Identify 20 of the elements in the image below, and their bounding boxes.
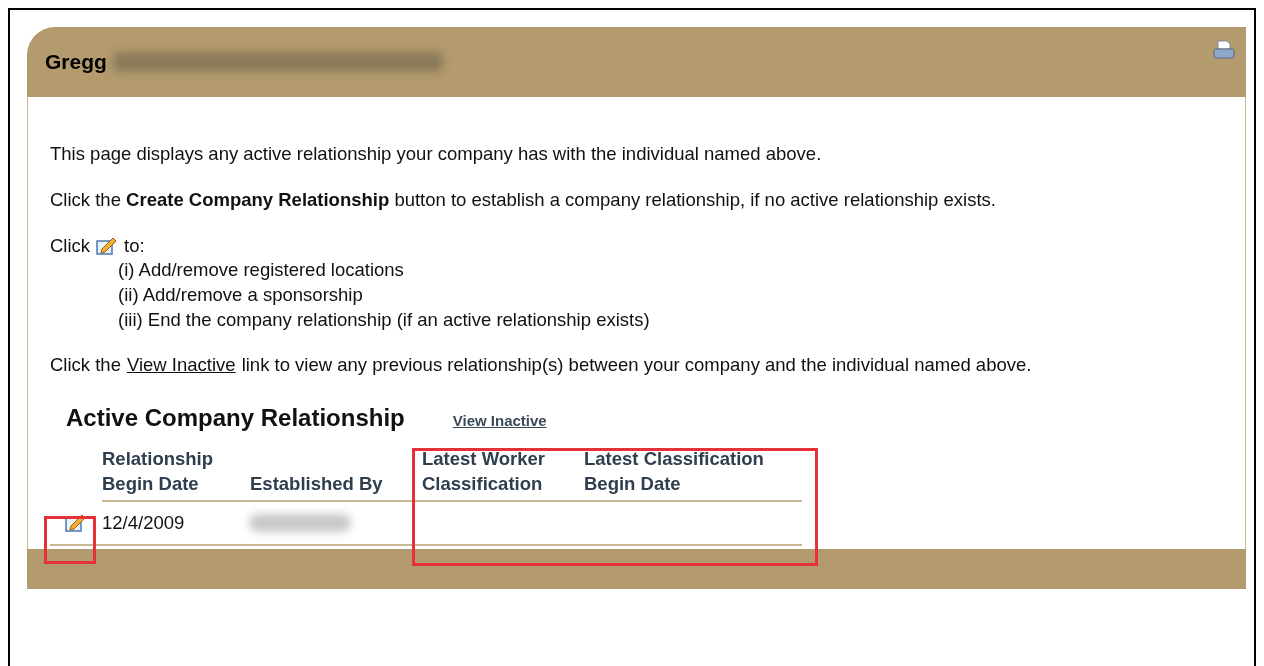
person-name: Gregg	[45, 50, 107, 74]
list-item: (ii) Add/remove a sponsorship	[118, 283, 364, 307]
edit-icon[interactable]	[65, 513, 87, 533]
help-text: Click the	[50, 354, 121, 376]
printer-icon[interactable]	[1212, 39, 1236, 61]
table-cell: 12/4/2009	[102, 502, 250, 546]
highlight-frame	[44, 516, 96, 564]
help-text: Click	[50, 235, 91, 257]
help-text: Click the Create Company Relationship button to establish a company relationship, if no active relationship exists.	[50, 189, 997, 211]
column-header: Established By	[250, 471, 422, 502]
list-item: (i) Add/remove registered locations	[118, 258, 405, 282]
help-text: to:	[124, 235, 145, 257]
column-header: Latest Classification Begin Date	[584, 446, 802, 502]
list-item: (iii) End the company relationship (if an active relationship exists)	[118, 308, 651, 332]
section-title: Active Company Relationship	[66, 404, 405, 432]
help-text: link to view any previous relationship(s) between your company and the individual named above.	[241, 354, 1032, 376]
column-header: Relationship Begin Date	[102, 446, 250, 502]
edit-icon	[96, 236, 119, 256]
column-header: Latest Worker Classification	[422, 446, 584, 502]
help-text: This page displays any active relationship your company has with the individual named above.	[50, 143, 823, 165]
